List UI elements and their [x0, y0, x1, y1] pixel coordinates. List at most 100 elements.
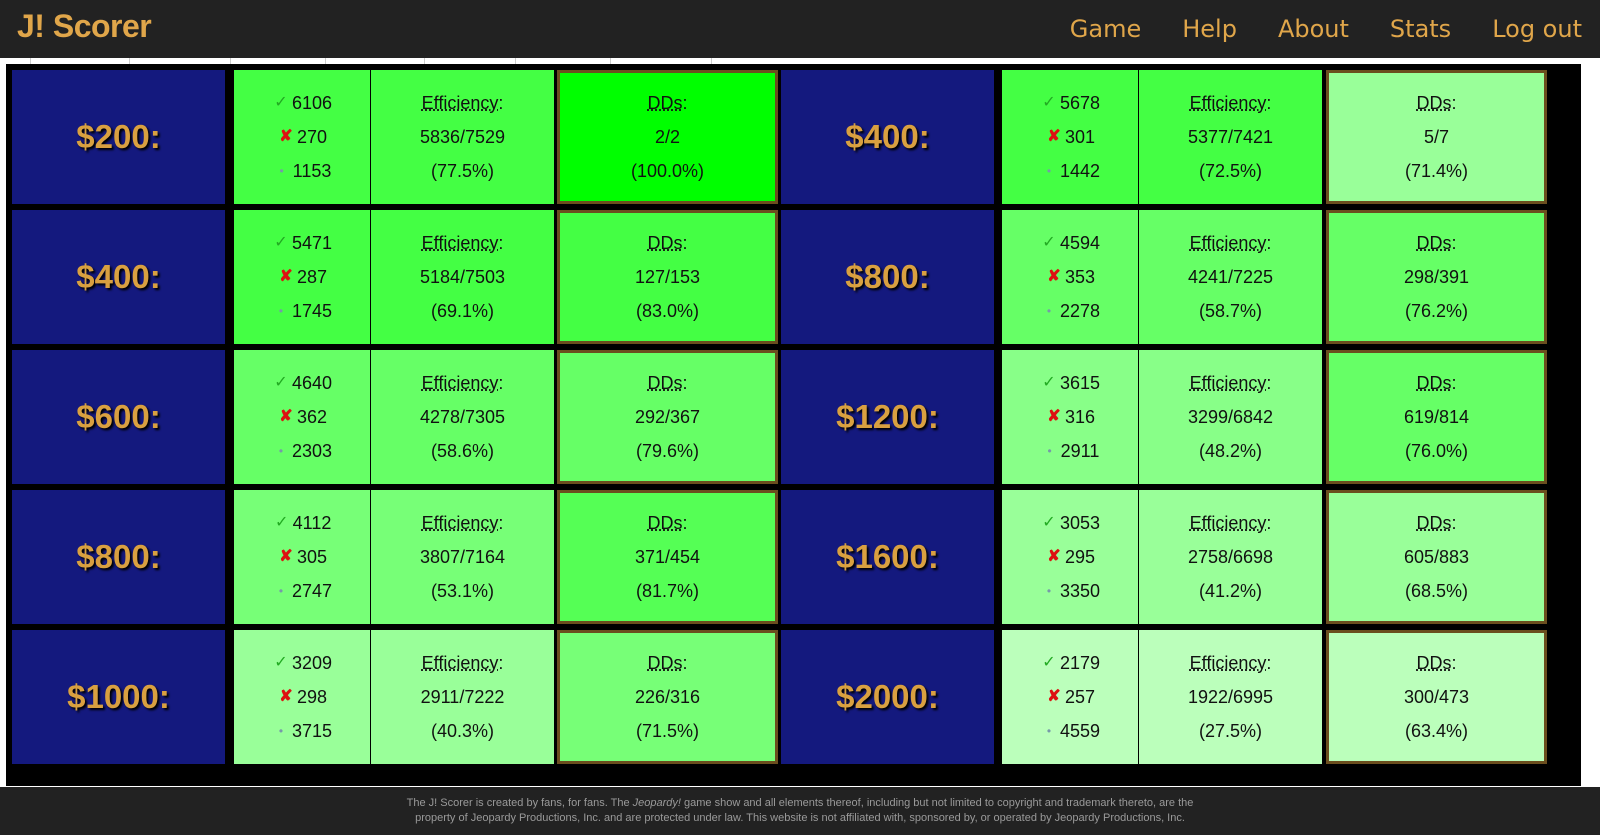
- check-icon: ✓: [1042, 514, 1056, 531]
- dd-ratio: 127/153: [634, 267, 701, 287]
- clue-value-left: $400:: [12, 210, 225, 344]
- cross-icon: ✘: [1047, 688, 1061, 705]
- daily-doubles-right: DDs: 605/883 (68.5%): [1326, 490, 1547, 624]
- daily-doubles-left: DDs: 371/454 (81.7%): [557, 490, 778, 624]
- dd-ratio: 226/316: [634, 687, 701, 707]
- efficiency-percent: (48.2%): [1198, 441, 1263, 461]
- efficiency-percent: (40.3%): [430, 721, 495, 741]
- answer-counts-right: ✓ 4594 ✘ 353 • 2278: [1002, 210, 1138, 344]
- nav-logout[interactable]: Log out: [1492, 15, 1582, 43]
- nav-stats[interactable]: Stats: [1390, 15, 1451, 43]
- dd-label: DDs: [647, 513, 683, 533]
- efficiency-ratio: 2911/7222: [420, 687, 505, 707]
- unanswered-count: 3350: [1059, 581, 1101, 601]
- daily-doubles-left: DDs: 127/153 (83.0%): [557, 210, 778, 344]
- unanswered-count: 1442: [1059, 161, 1101, 181]
- answer-counts-left: ✓ 4112 ✘ 305 • 2747: [234, 490, 370, 624]
- clue-value-left: $200:: [12, 70, 225, 204]
- dot-icon: •: [278, 444, 284, 458]
- correct-count: 3615: [1059, 373, 1101, 393]
- dd-percent: (63.4%): [1404, 721, 1469, 741]
- efficiency-label: Efficiency: [421, 513, 499, 533]
- answer-counts-left: ✓ 5471 ✘ 287 • 1745: [234, 210, 370, 344]
- daily-doubles-right: DDs: 298/391 (76.2%): [1326, 210, 1547, 344]
- dd-percent: (71.4%): [1404, 161, 1469, 181]
- dd-label: DDs: [647, 233, 683, 253]
- clue-value-left: $1000:: [12, 630, 225, 764]
- answer-counts-left: ✓ 4640 ✘ 362 • 2303: [234, 350, 370, 484]
- efficiency-left: Efficiency: 4278/7305 (58.6%): [371, 350, 554, 484]
- dd-label: DDs: [647, 373, 683, 393]
- dd-ratio: 2/2: [654, 127, 681, 147]
- incorrect-count: 362: [296, 407, 328, 427]
- correct-count: 3209: [291, 653, 333, 673]
- unanswered-count: 2747: [291, 581, 333, 601]
- efficiency-percent: (58.7%): [1198, 301, 1263, 321]
- dd-label: DDs: [647, 93, 683, 113]
- clue-value-right: $1600:: [781, 490, 994, 624]
- unanswered-count: 2911: [1060, 441, 1100, 461]
- clue-value-right: $400:: [781, 70, 994, 204]
- clue-value-label: $200:: [76, 118, 161, 155]
- nav-game[interactable]: Game: [1070, 15, 1141, 43]
- efficiency-ratio: 2758/6698: [1187, 547, 1274, 567]
- efficiency-percent: (58.6%): [430, 441, 495, 461]
- brand-logo[interactable]: J! Scorer: [17, 8, 152, 45]
- daily-doubles-left: DDs: 226/316 (71.5%): [557, 630, 778, 764]
- check-icon: ✓: [1042, 654, 1056, 671]
- answer-counts-right: ✓ 2179 ✘ 257 • 4559: [1002, 630, 1138, 764]
- unanswered-count: 2303: [291, 441, 333, 461]
- correct-count: 6106: [291, 93, 333, 113]
- dot-icon: •: [1046, 584, 1052, 598]
- efficiency-label: Efficiency: [421, 653, 499, 673]
- dot-icon: •: [1046, 724, 1052, 738]
- nav-about[interactable]: About: [1278, 15, 1349, 43]
- clue-value-label: $2000:: [836, 678, 939, 715]
- efficiency-label: Efficiency: [1189, 653, 1267, 673]
- dd-percent: (100.0%): [630, 161, 705, 181]
- cross-icon: ✘: [279, 128, 293, 145]
- footer-disclaimer: The J! Scorer is created by fans, for fa…: [0, 787, 1600, 835]
- efficiency-left: Efficiency: 2911/7222 (40.3%): [371, 630, 554, 764]
- incorrect-count: 353: [1064, 267, 1096, 287]
- unanswered-count: 4559: [1059, 721, 1101, 741]
- incorrect-count: 301: [1064, 127, 1096, 147]
- efficiency-left: Efficiency: 5184/7503 (69.1%): [371, 210, 554, 344]
- incorrect-count: 287: [296, 267, 328, 287]
- dd-label: DDs: [1416, 373, 1452, 393]
- efficiency-percent: (41.2%): [1198, 581, 1263, 601]
- dd-percent: (81.7%): [635, 581, 700, 601]
- dd-ratio: 619/814: [1403, 407, 1470, 427]
- incorrect-count: 316: [1064, 407, 1096, 427]
- clue-value-right: $800:: [781, 210, 994, 344]
- efficiency-percent: (77.5%): [430, 161, 495, 181]
- nav-help[interactable]: Help: [1182, 15, 1237, 43]
- efficiency-ratio: 5184/7503: [419, 267, 506, 287]
- clue-value-label: $800:: [845, 258, 930, 295]
- efficiency-percent: (72.5%): [1198, 161, 1263, 181]
- cross-icon: ✘: [1047, 268, 1061, 285]
- efficiency-percent: (69.1%): [430, 301, 495, 321]
- clue-value-label: $1200:: [836, 398, 939, 435]
- correct-count: 3053: [1059, 513, 1101, 533]
- dd-percent: (76.0%): [1404, 441, 1469, 461]
- dd-ratio: 371/454: [634, 547, 701, 567]
- correct-count: 2179: [1059, 653, 1101, 673]
- efficiency-percent: (53.1%): [430, 581, 495, 601]
- check-icon: ✓: [274, 234, 288, 251]
- correct-count: 4594: [1059, 233, 1101, 253]
- dd-label: DDs: [1416, 93, 1452, 113]
- efficiency-ratio: 4241/7225: [1187, 267, 1274, 287]
- efficiency-left: Efficiency: 5836/7529 (77.5%): [371, 70, 554, 204]
- daily-doubles-right: DDs: 300/473 (63.4%): [1326, 630, 1547, 764]
- clue-value-label: $800:: [76, 538, 161, 575]
- dd-ratio: 605/883: [1403, 547, 1470, 567]
- clue-value-label: $1000:: [67, 678, 170, 715]
- efficiency-right: Efficiency: 4241/7225 (58.7%): [1139, 210, 1322, 344]
- dd-label: DDs: [1416, 653, 1452, 673]
- efficiency-right: Efficiency: 2758/6698 (41.2%): [1139, 490, 1322, 624]
- check-icon: ✓: [1042, 94, 1056, 111]
- clue-value-left: $600:: [12, 350, 225, 484]
- dot-icon: •: [278, 584, 284, 598]
- efficiency-right: Efficiency: 3299/6842 (48.2%): [1139, 350, 1322, 484]
